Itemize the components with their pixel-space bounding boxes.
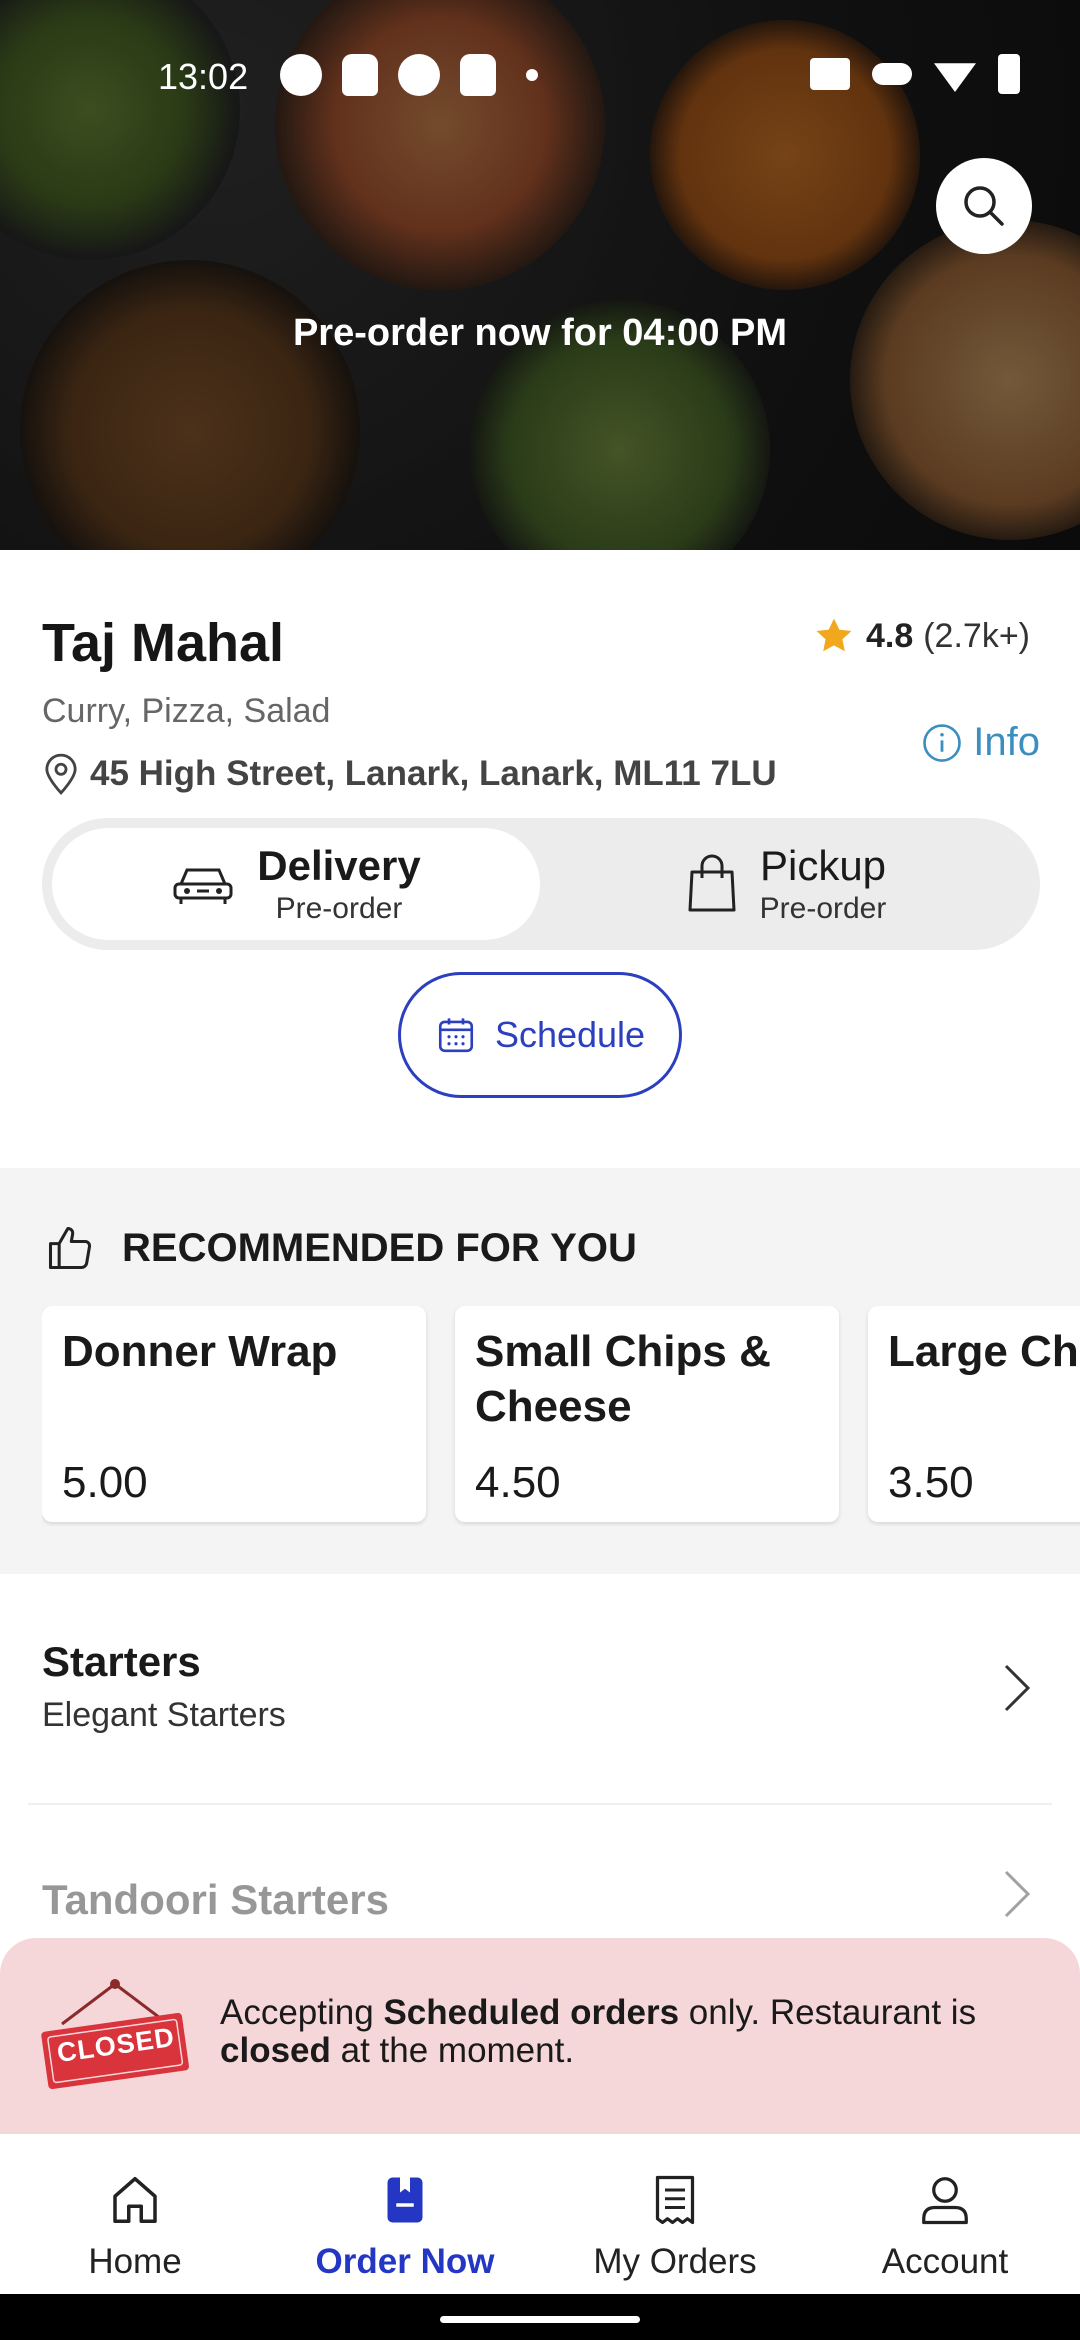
item-price: 4.50 xyxy=(475,1458,561,1507)
pickup-label: Pickup xyxy=(759,842,887,889)
android-icon xyxy=(460,54,496,96)
wifi-icon xyxy=(934,63,976,92)
recommended-header: RECOMMENDED FOR YOU xyxy=(44,1222,637,1274)
notification-icons xyxy=(280,54,538,96)
category-title: Tandoori Starters xyxy=(42,1876,389,1923)
category-row-tandoori-starters[interactable]: Tandoori Starters xyxy=(28,1870,1052,1924)
item-price: 3.50 xyxy=(888,1458,974,1507)
item-name: Small Chips & Cheese xyxy=(475,1327,771,1431)
restaurant-rating: 4.8 (2.7k+) xyxy=(812,614,1030,658)
location-pin-icon xyxy=(45,753,77,795)
status-bar: 13:02 xyxy=(0,40,1080,110)
category-title: Starters xyxy=(42,1638,201,1685)
preorder-banner-text: Pre-order now for 04:00 PM xyxy=(292,312,788,354)
nav-order-now[interactable]: Order Now xyxy=(270,2134,540,2294)
closed-banner: CLOSED Accepting Scheduled orders only. … xyxy=(0,1938,1080,2134)
order-mode-toggle: Delivery Pre-order Pickup Pre-order xyxy=(42,818,1040,950)
android-icon xyxy=(342,54,378,96)
chevron-right-icon xyxy=(1004,1664,1031,1712)
status-time: 13:02 xyxy=(158,56,249,97)
divider xyxy=(28,1803,1052,1805)
system-icons xyxy=(810,54,1020,94)
closed-message: Accepting Scheduled orders only. Restaur… xyxy=(220,1994,1040,2070)
recommended-section: RECOMMENDED FOR YOU Donner Wrap 5.00 Sma… xyxy=(0,1168,1080,1574)
recommended-item-card[interactable]: Donner Wrap 5.00 xyxy=(42,1306,426,1522)
closed-message-bold: Scheduled orders xyxy=(383,1993,680,2032)
more-notifications-icon xyxy=(526,69,538,81)
search-icon xyxy=(964,186,1004,226)
pickup-option[interactable]: Pickup Pre-order xyxy=(542,828,1030,940)
nav-label: My Orders xyxy=(593,2242,757,2281)
thumbs-up-icon xyxy=(48,1226,92,1270)
address-text: 45 High Street, Lanark, Lanark, ML11 7LU xyxy=(90,754,777,793)
recommended-title: RECOMMENDED FOR YOU xyxy=(122,1225,637,1270)
nav-label: Account xyxy=(881,2242,1009,2281)
star-icon xyxy=(816,618,852,652)
hero-banner: 13:02 Pre-order now for 04:00 PM xyxy=(0,0,1080,550)
category-row-starters[interactable]: Starters Elegant Starters xyxy=(28,1638,1052,1735)
vpn-key-icon xyxy=(872,63,912,85)
delivery-option[interactable]: Delivery Pre-order xyxy=(52,828,540,940)
restaurant-name: Taj Mahal xyxy=(42,613,285,673)
item-name: Large Chi xyxy=(888,1327,1080,1376)
info-button[interactable]: Info xyxy=(921,720,1040,765)
nav-label: Order Now xyxy=(315,2242,495,2281)
item-name: Donner Wrap xyxy=(62,1327,338,1376)
car-icon xyxy=(173,868,233,904)
chevron-right-icon xyxy=(1004,1870,1031,1918)
delivery-sublabel: Pre-order xyxy=(275,892,403,925)
recommended-carousel[interactable]: Donner Wrap 5.00 Small Chips & Cheese 4.… xyxy=(42,1306,1080,1526)
nav-account[interactable]: Account xyxy=(810,2134,1080,2294)
closed-message-text: at the moment. xyxy=(330,2030,575,2070)
app-notification-icon xyxy=(280,54,322,96)
calendar-icon xyxy=(438,1018,473,1053)
category-subtitle: Elegant Starters xyxy=(42,1696,286,1734)
sync-icon xyxy=(398,54,440,96)
closed-message-bold: closed xyxy=(220,2030,331,2070)
info-label: Info xyxy=(973,720,1040,764)
home-icon xyxy=(113,2177,157,2223)
schedule-button[interactable]: Schedule xyxy=(398,972,682,1098)
home-gesture-handle[interactable] xyxy=(440,2316,640,2323)
item-price: 5.00 xyxy=(62,1458,148,1507)
shopping-bag-icon xyxy=(688,854,736,912)
rating-value: 4.8 xyxy=(865,616,914,655)
closed-message-text: only. Restaurant is xyxy=(679,1993,977,2032)
cuisine-list: Curry, Pizza, Salad xyxy=(42,692,331,730)
receipt-icon xyxy=(655,2175,695,2225)
recommended-item-card[interactable]: Large Chi 3.50 xyxy=(868,1306,1080,1522)
nav-label: Home xyxy=(88,2242,182,2281)
nav-home[interactable]: Home xyxy=(0,2134,270,2294)
battery-icon xyxy=(998,54,1020,94)
rating-count: (2.7k+) xyxy=(923,616,1030,655)
nav-my-orders[interactable]: My Orders xyxy=(540,2134,810,2294)
closed-message-text: Accepting xyxy=(220,1993,384,2032)
pickup-sublabel: Pre-order xyxy=(759,892,887,925)
cast-icon xyxy=(810,58,850,90)
schedule-label: Schedule xyxy=(494,1014,646,1055)
person-icon xyxy=(922,2177,968,2225)
bottom-navigation: Home Order Now My Orders Account xyxy=(0,2134,1080,2294)
delivery-label: Delivery xyxy=(257,842,421,889)
search-button[interactable] xyxy=(936,158,1032,254)
order-now-icon xyxy=(387,2177,423,2223)
restaurant-address: 45 High Street, Lanark, Lanark, ML11 7LU xyxy=(42,752,777,796)
info-icon xyxy=(923,723,962,762)
recommended-item-card[interactable]: Small Chips & Cheese 4.50 xyxy=(455,1306,839,1522)
